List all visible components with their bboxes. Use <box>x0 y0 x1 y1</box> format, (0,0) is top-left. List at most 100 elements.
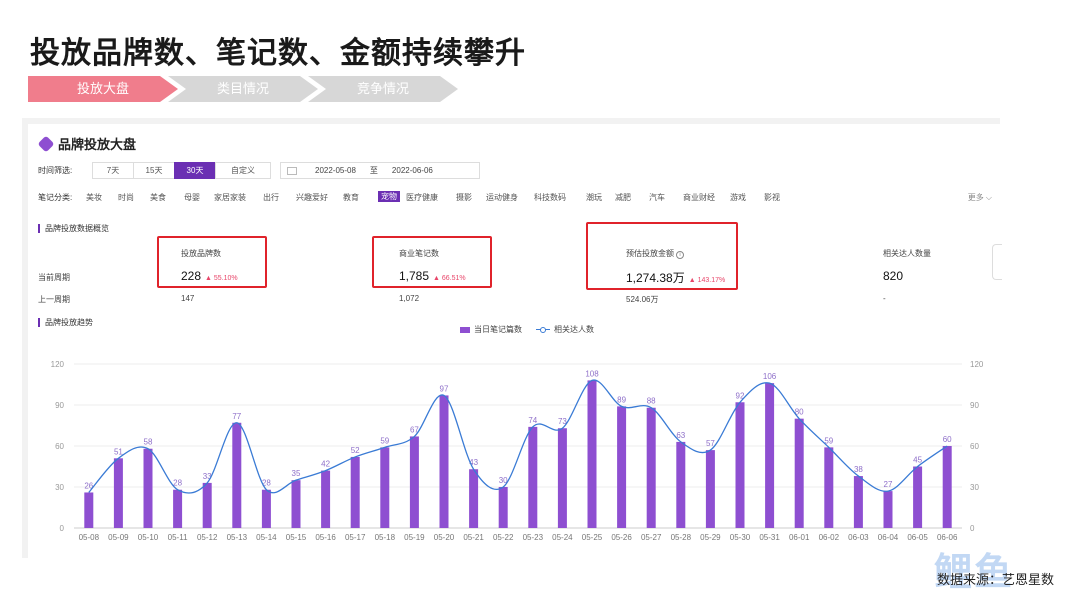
category-7[interactable]: 教育 <box>343 192 359 203</box>
x-tick-label: 05-11 <box>168 533 188 542</box>
data-label: 42 <box>321 460 330 469</box>
step-category[interactable]: 类目情况 <box>168 76 318 102</box>
bar <box>705 450 715 528</box>
current-period-label: 当前周期 <box>38 273 70 282</box>
category-6[interactable]: 兴趣爱好 <box>296 192 328 203</box>
data-label: 77 <box>232 412 241 421</box>
y-tick-right: 30 <box>970 483 979 492</box>
y-tick-right: 0 <box>970 524 975 533</box>
bar <box>557 428 567 528</box>
legend-line[interactable]: 相关达人数 <box>536 324 594 335</box>
category-5[interactable]: 出行 <box>263 192 279 203</box>
highlight-box-notes <box>372 236 492 288</box>
time-7d-button[interactable]: 7天 <box>92 162 134 179</box>
x-tick-label: 05-18 <box>375 533 396 542</box>
side-collapse-tab[interactable] <box>992 244 1002 280</box>
x-tick-label: 05-19 <box>404 533 425 542</box>
category-1[interactable]: 时尚 <box>118 192 134 203</box>
x-tick-label: 05-13 <box>227 533 248 542</box>
stat-creators-current: 820 <box>883 269 904 283</box>
time-custom-button[interactable]: 自定义 <box>215 162 271 179</box>
more-categories-button[interactable]: 更多 ⌵ <box>968 192 992 203</box>
bar <box>735 402 745 528</box>
bar <box>380 447 390 528</box>
step-navigation: 投放大盘 类目情况 竞争情况 <box>28 76 468 102</box>
x-tick-label: 05-25 <box>582 533 603 542</box>
bar <box>291 480 301 528</box>
x-tick-label: 06-03 <box>848 533 869 542</box>
date-range-picker[interactable]: 2022-05-08 至 2022-06-06 <box>280 162 480 179</box>
date-to: 2022-06-06 <box>391 166 433 175</box>
x-tick-label: 06-02 <box>819 533 840 542</box>
step-overview[interactable]: 投放大盘 <box>28 76 178 102</box>
category-11[interactable]: 运动健身 <box>486 192 518 203</box>
x-tick-label: 05-24 <box>552 533 573 542</box>
data-source: 数据来源：艺恩星数 <box>936 572 1054 587</box>
y-tick-left: 30 <box>55 483 64 492</box>
bar <box>942 446 952 528</box>
category-10[interactable]: 摄影 <box>456 192 472 203</box>
x-tick-label: 05-23 <box>523 533 544 542</box>
x-tick-label: 05-26 <box>611 533 632 542</box>
panel-title-text: 品牌投放大盘 <box>58 137 137 152</box>
bar <box>617 406 627 528</box>
data-label: 88 <box>647 397 656 406</box>
stat-notes-previous: 1,072 <box>399 294 420 303</box>
y-tick-left: 90 <box>55 401 64 410</box>
calendar-icon <box>287 166 297 175</box>
time-30d-button[interactable]: 30天 <box>174 162 216 179</box>
category-17[interactable]: 游戏 <box>730 192 746 203</box>
overview-section-label: 品牌投放数据概览 <box>38 224 109 233</box>
x-tick-label: 05-17 <box>345 533 366 542</box>
data-label: 58 <box>144 438 153 447</box>
category-16[interactable]: 商业财经 <box>683 192 715 203</box>
category-4[interactable]: 家居家装 <box>214 192 246 203</box>
page-headline: 投放品牌数、笔记数、金额持续攀升 <box>30 37 526 70</box>
category-14[interactable]: 减肥 <box>615 192 631 203</box>
category-3[interactable]: 母婴 <box>184 192 200 203</box>
panel-title: 品牌投放大盘 <box>37 134 137 153</box>
x-tick-label: 05-27 <box>641 533 662 542</box>
legend-bar[interactable]: 当日笔记篇数 <box>460 324 522 335</box>
bar <box>528 426 538 528</box>
category-0[interactable]: 美妆 <box>86 192 102 203</box>
stat-spend-previous: 524.06万 <box>626 295 659 304</box>
time-filter: 时间筛选: 7天 15天 30天 自定义 2022-05-08 至 2022-0… <box>38 162 480 179</box>
bar <box>646 407 656 528</box>
time-15d-button[interactable]: 15天 <box>133 162 175 179</box>
date-separator: 至 <box>369 166 378 175</box>
highlight-box-spend <box>586 222 738 290</box>
category-18[interactable]: 影视 <box>764 192 780 203</box>
x-tick-label: 06-05 <box>907 533 928 542</box>
bar <box>765 383 775 528</box>
x-tick-label: 06-01 <box>789 533 810 542</box>
x-tick-label: 05-22 <box>493 533 514 542</box>
highlight-box-brands <box>157 236 267 288</box>
category-12[interactable]: 科技数码 <box>534 192 566 203</box>
data-label: 38 <box>854 465 863 474</box>
category-8[interactable]: 宠物 <box>378 191 400 202</box>
x-tick-label: 05-16 <box>315 533 336 542</box>
x-tick-label: 05-09 <box>108 533 129 542</box>
series-line <box>88 379 948 494</box>
data-label: 89 <box>617 395 626 404</box>
category-9[interactable]: 医疗健康 <box>406 192 438 203</box>
category-13[interactable]: 潮玩 <box>586 192 602 203</box>
data-label: 60 <box>943 435 952 444</box>
bar <box>409 436 419 528</box>
data-label: 35 <box>292 469 301 478</box>
y-tick-right: 90 <box>970 401 979 410</box>
category-15[interactable]: 汽车 <box>649 192 665 203</box>
x-tick-label: 05-28 <box>671 533 692 542</box>
data-label: 74 <box>528 416 537 425</box>
date-from: 2022-05-08 <box>315 166 356 175</box>
step-competition[interactable]: 竞争情况 <box>308 76 458 102</box>
bar <box>202 482 212 528</box>
bar <box>232 422 242 528</box>
brand-overview-panel: 品牌投放大盘 时间筛选: 7天 15天 30天 自定义 2022-05-08 至… <box>22 118 1002 558</box>
data-label: 108 <box>585 369 599 378</box>
bar <box>794 418 804 528</box>
category-2[interactable]: 美食 <box>150 192 166 203</box>
stat-creators-title: 相关达人数量 <box>883 249 931 258</box>
category-label: 笔记分类: <box>38 193 73 202</box>
